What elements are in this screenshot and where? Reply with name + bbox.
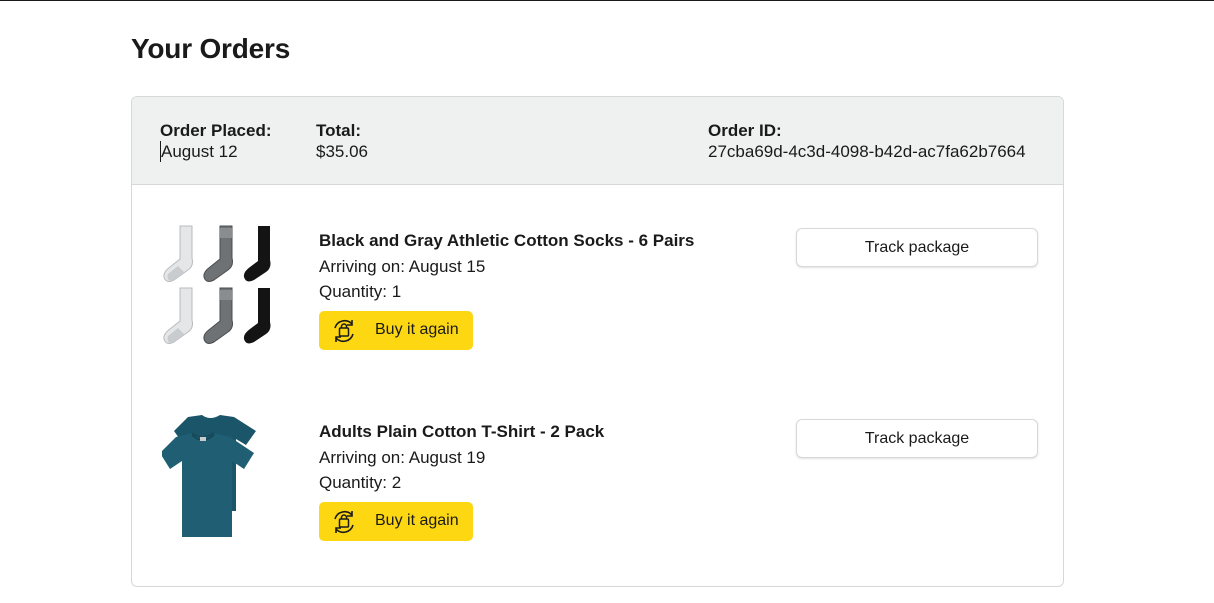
order-card: Order Placed: August 12 Total: $35.06 Or…	[131, 96, 1064, 587]
page-title: Your Orders	[131, 33, 291, 64]
order-total-label: Total:	[316, 121, 362, 140]
order-total-value: $35.06	[316, 142, 368, 161]
item-title: Adults Plain Cotton T-Shirt - 2 Pack	[319, 422, 605, 441]
item-arrival: Arriving on: August 15	[319, 257, 486, 276]
order-placed-value: August 12	[160, 141, 272, 162]
track-package-button[interactable]: Track package	[796, 228, 1038, 267]
buy-again-button[interactable]: Buy it again	[319, 502, 473, 541]
order-item: Black and Gray Athletic Cotton Socks - 6…	[132, 222, 1063, 362]
buy-again-button[interactable]: Buy it again	[319, 311, 473, 350]
order-header: Order Placed: August 12 Total: $35.06 Or…	[132, 97, 1063, 185]
order-id: Order ID: 27cba69d-4c3d-4098-b42d-ac7fa6…	[708, 120, 1026, 162]
order-total: Total: $35.06	[316, 120, 368, 162]
top-divider	[0, 0, 1214, 1]
item-title: Black and Gray Athletic Cotton Socks - 6…	[319, 231, 695, 250]
order-placed: Order Placed: August 12	[160, 120, 272, 162]
buy-again-label: Buy it again	[375, 321, 459, 338]
track-package-button[interactable]: Track package	[796, 419, 1038, 458]
item-quantity: Quantity: 2	[319, 473, 402, 492]
item-arrival: Arriving on: August 19	[319, 448, 486, 467]
buy-again-icon	[334, 320, 354, 342]
buy-again-icon	[334, 511, 354, 533]
tshirt-image	[162, 415, 256, 537]
buy-again-label: Buy it again	[375, 512, 459, 529]
socks-image	[163, 225, 271, 344]
order-placed-label: Order Placed:	[160, 121, 272, 140]
order-item: Adults Plain Cotton T-Shirt - 2 Pack Arr…	[132, 413, 1063, 553]
item-quantity: Quantity: 1	[319, 282, 402, 301]
order-id-label: Order ID:	[708, 121, 782, 140]
order-id-value: 27cba69d-4c3d-4098-b42d-ac7fa62b7664	[708, 142, 1026, 161]
